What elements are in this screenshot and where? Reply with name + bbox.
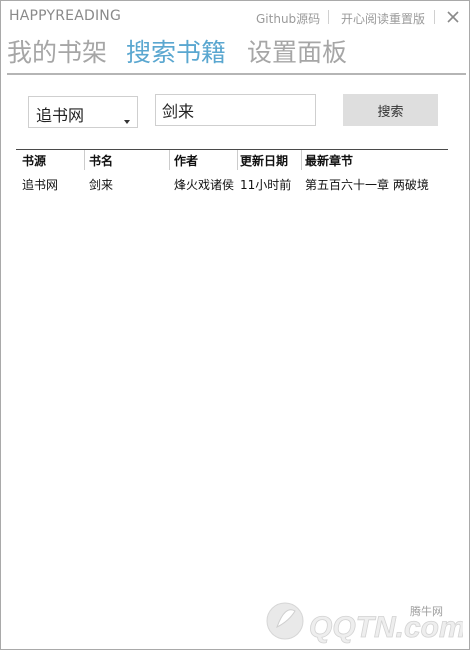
results-table: 书源 书名 作者 更新日期 最新章节 追书网 剑来 烽火戏诸侯 11小时前 第五… bbox=[16, 149, 448, 198]
column-header-author[interactable]: 作者 bbox=[174, 152, 236, 169]
search-input[interactable] bbox=[155, 94, 316, 126]
column-divider[interactable] bbox=[237, 150, 238, 170]
cell-title: 剑来 bbox=[89, 178, 114, 192]
column-header-latest-chapter[interactable]: 最新章节 bbox=[305, 152, 445, 169]
dropdown-arrow-icon bbox=[123, 110, 131, 129]
title-bar: HAPPYREADING Github源码 开心阅读重置版 bbox=[1, 1, 469, 33]
cell-update-date: 11小时前 bbox=[240, 178, 292, 192]
github-source-link[interactable]: Github源码 bbox=[256, 10, 320, 27]
tab-settings[interactable]: 设置面板 bbox=[247, 37, 347, 69]
cell-author: 烽火戏诸侯 bbox=[174, 178, 235, 192]
cell-source: 追书网 bbox=[22, 178, 59, 192]
reset-version-link[interactable]: 开心阅读重置版 bbox=[341, 10, 425, 27]
title-separator bbox=[328, 10, 329, 24]
column-divider[interactable] bbox=[301, 150, 302, 170]
app-title: HAPPYREADING bbox=[9, 8, 122, 24]
watermark-logo: QQTN.com 腾牛网 bbox=[263, 591, 466, 647]
title-separator bbox=[434, 10, 435, 24]
column-divider[interactable] bbox=[84, 150, 85, 170]
nav-divider bbox=[7, 73, 466, 75]
tab-bookshelf[interactable]: 我的书架 bbox=[7, 37, 107, 69]
close-icon[interactable] bbox=[441, 5, 465, 29]
search-button[interactable]: 搜索 bbox=[343, 94, 438, 126]
cell-latest-chapter: 第五百六十一章 两破境 bbox=[305, 178, 429, 192]
app-window: HAPPYREADING Github源码 开心阅读重置版 我的书架 搜索书籍 … bbox=[0, 0, 470, 650]
source-select[interactable]: 追书网 bbox=[28, 96, 138, 128]
source-select-value: 追书网 bbox=[36, 106, 85, 125]
column-header-title[interactable]: 书名 bbox=[89, 152, 167, 169]
column-divider[interactable] bbox=[169, 150, 170, 170]
column-header-update-date[interactable]: 更新日期 bbox=[240, 152, 300, 169]
table-header: 书源 书名 作者 更新日期 最新章节 bbox=[16, 149, 448, 172]
column-header-source[interactable]: 书源 bbox=[22, 152, 82, 169]
tab-search-books[interactable]: 搜索书籍 bbox=[126, 37, 226, 69]
watermark-site-label: 腾牛网 bbox=[410, 604, 443, 618]
table-row[interactable]: 追书网 剑来 烽火戏诸侯 11小时前 第五百六十一章 两破境 bbox=[16, 176, 448, 198]
